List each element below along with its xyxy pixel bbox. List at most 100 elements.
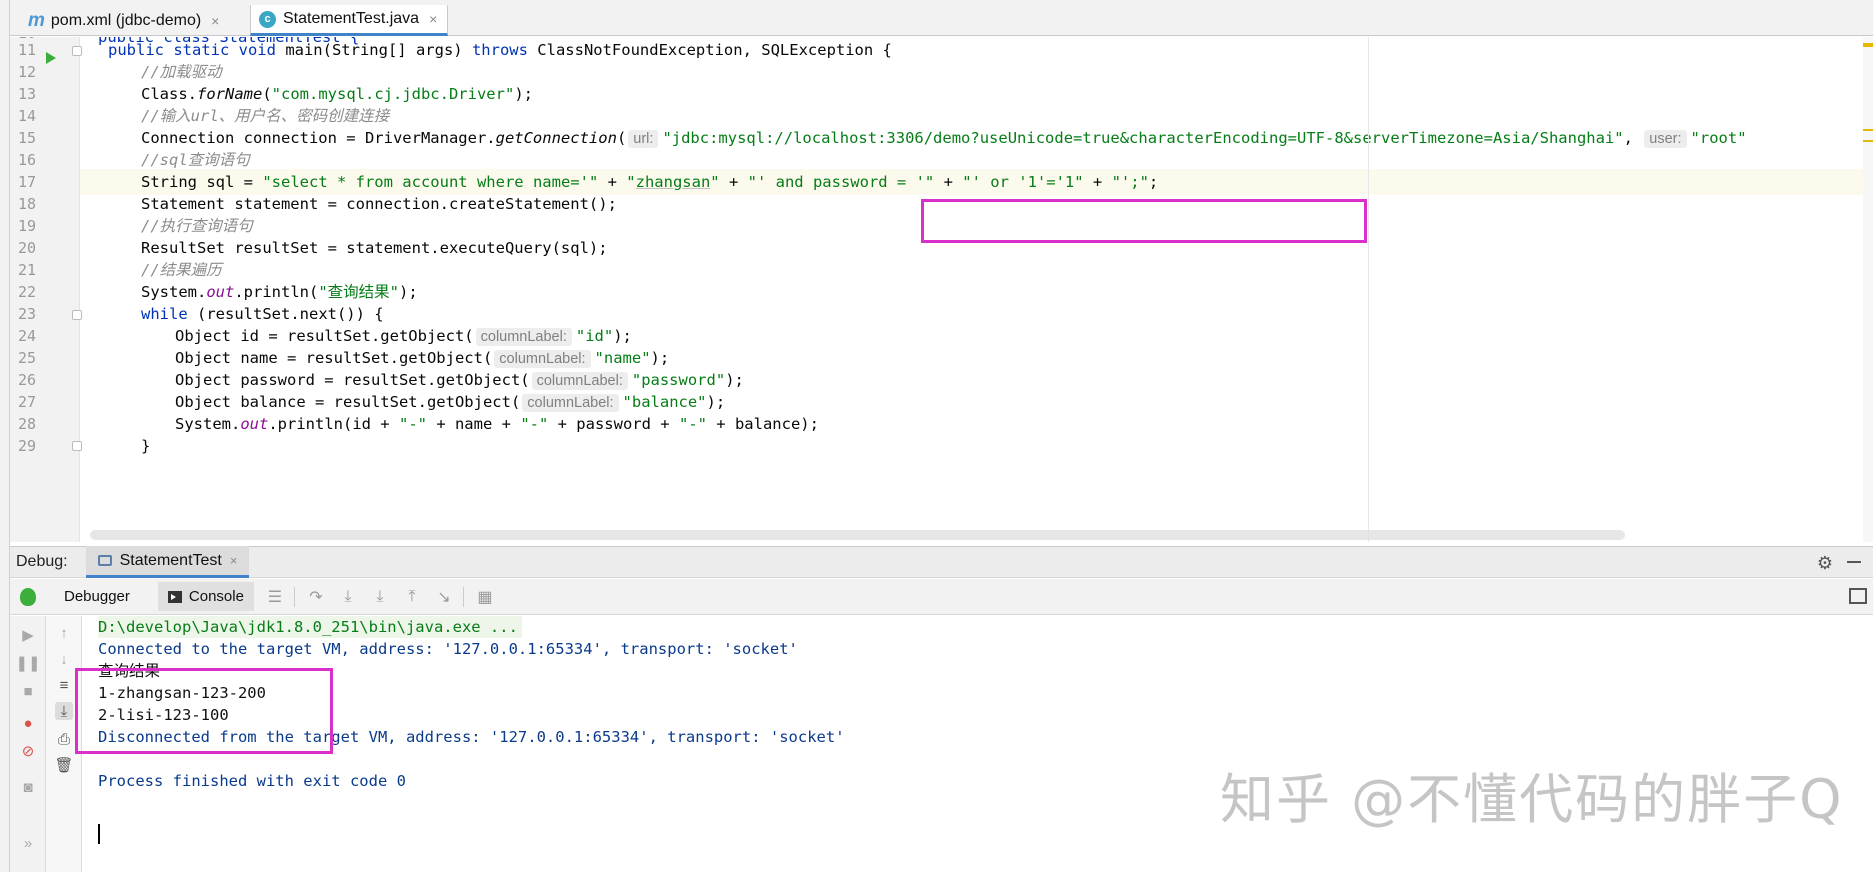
- scroll-down-icon[interactable]: ↓: [55, 650, 73, 668]
- close-icon[interactable]: ×: [429, 11, 437, 27]
- trash-icon[interactable]: 🗑: [54, 756, 73, 774]
- code-field: out: [206, 283, 235, 301]
- breakpoints-icon[interactable]: ●: [19, 714, 37, 732]
- mute-breakpoints-icon[interactable]: ⊘: [19, 742, 37, 760]
- code-string: "' or '1'='1": [962, 173, 1084, 191]
- more-icon[interactable]: »: [19, 834, 37, 852]
- pause-icon[interactable]: ❚❚: [15, 654, 40, 672]
- line-number: 29: [17, 437, 36, 455]
- line-number: 15: [17, 129, 36, 147]
- tab-console[interactable]: Console: [157, 582, 254, 611]
- code-text: main(String[] args): [285, 41, 472, 59]
- code-string: "';": [1111, 173, 1149, 191]
- resume-icon[interactable]: ▶: [19, 626, 37, 644]
- console-icon: [167, 590, 182, 603]
- text-caret: [98, 824, 100, 844]
- parameter-hint: url:: [628, 130, 659, 148]
- line-number: 17: [17, 173, 36, 191]
- code-text: + balance);: [706, 415, 819, 433]
- code-text: );: [399, 283, 418, 301]
- line-number: 25: [17, 349, 36, 367]
- evaluate-icon[interactable]: ▦: [474, 586, 496, 608]
- warning-marker[interactable]: [1863, 43, 1873, 47]
- code-field: out: [240, 415, 269, 433]
- close-icon[interactable]: ×: [230, 553, 238, 568]
- code-text: ClassNotFoundException, SQLException {: [537, 41, 892, 59]
- maven-icon: m: [28, 9, 45, 31]
- horizontal-scrollbar[interactable]: [90, 530, 1625, 540]
- code-text: System.: [175, 415, 241, 433]
- tab-pom-xml[interactable]: m pom.xml (jdbc-demo) ×: [20, 5, 248, 36]
- watermark: 知乎 @不懂代码的胖子Q: [1220, 768, 1844, 831]
- code-text: ,: [1623, 129, 1643, 147]
- line-number: 26: [17, 371, 36, 389]
- code-text: );: [725, 371, 744, 389]
- code-text: +: [598, 173, 627, 191]
- tab-statement-test[interactable]: c StatementTest.java ×: [250, 5, 448, 36]
- line-number: 19: [17, 217, 36, 235]
- code-text: Statement statement = connection.createS…: [141, 195, 617, 213]
- run-gutter-icon[interactable]: [46, 52, 56, 64]
- soft-wrap-icon[interactable]: ≡: [55, 676, 73, 694]
- line-number-gutter: 10 11 12 13 14 15 16 17 18 19 20 21 22 2…: [10, 37, 82, 542]
- force-step-into-icon[interactable]: ⤓: [369, 586, 391, 608]
- step-over-icon[interactable]: ↷: [305, 586, 327, 608]
- editor-tab-bar: m pom.xml (jdbc-demo) × c StatementTest.…: [10, 0, 1873, 36]
- code-comment: //输入url、用户名、密码创建连接: [141, 107, 390, 125]
- parameter-hint: columnLabel:: [494, 350, 591, 368]
- code-text: + password +: [548, 415, 679, 433]
- code-keyword: throws: [471, 41, 538, 59]
- run-to-cursor-icon[interactable]: ↘: [433, 586, 455, 608]
- toolbar-separator: [462, 586, 464, 607]
- parameter-hint: columnLabel:: [531, 372, 628, 390]
- warning-marker[interactable]: [1863, 129, 1873, 131]
- warning-marker[interactable]: [1863, 140, 1873, 142]
- code-line-29: }: [141, 433, 1873, 459]
- run-config-label: StatementTest: [119, 551, 222, 569]
- step-out-icon[interactable]: ⤒: [401, 586, 423, 608]
- parameter-hint: user:: [1644, 130, 1687, 148]
- code-string: "查询结果": [318, 283, 399, 301]
- code-text: +: [1083, 173, 1112, 191]
- menu-icon[interactable]: ☰: [264, 586, 286, 608]
- print-icon[interactable]: ⎙: [55, 730, 73, 748]
- code-area[interactable]: public class StatementTest { public stat…: [80, 37, 1873, 542]
- console-line-command: D:\develop\Java\jdk1.8.0_251\bin\java.ex…: [98, 616, 522, 638]
- code-text: ;: [1148, 173, 1159, 191]
- scroll-up-icon[interactable]: ↑: [55, 624, 73, 642]
- code-comment: //加载驱动: [141, 63, 222, 81]
- tab-debugger[interactable]: Debugger: [64, 588, 130, 605]
- step-into-icon[interactable]: ⤓: [337, 586, 359, 608]
- code-text: );: [514, 85, 533, 103]
- camera-icon[interactable]: ◙: [19, 778, 37, 796]
- code-string: "-": [398, 415, 427, 433]
- code-string: "com.mysql.cj.jdbc.Driver": [271, 85, 515, 103]
- line-number: 14: [17, 107, 36, 125]
- tab-label: pom.xml (jdbc-demo): [50, 11, 202, 29]
- close-icon[interactable]: ×: [211, 13, 219, 29]
- code-editor[interactable]: 10 11 12 13 14 15 16 17 18 19 20 21 22 2…: [10, 37, 1873, 542]
- code-text: );: [613, 327, 632, 345]
- line-number: 28: [17, 415, 36, 433]
- debug-run-config-tab[interactable]: StatementTest ×: [85, 546, 250, 578]
- gear-icon[interactable]: ⚙: [1817, 553, 1833, 574]
- line-number: 24: [17, 327, 36, 345]
- code-comment: //执行查询语句: [141, 217, 253, 235]
- bug-icon[interactable]: [10, 587, 46, 606]
- tab-console-label: Console: [188, 588, 244, 605]
- debug-panel-header: Debug: StatementTest × ⚙: [10, 546, 1873, 578]
- code-string: "-": [520, 415, 549, 433]
- scroll-to-end-icon[interactable]: ⤓: [55, 702, 73, 720]
- minimize-icon[interactable]: [1847, 561, 1861, 563]
- error-stripe[interactable]: [1863, 37, 1873, 542]
- layout-icon[interactable]: [1849, 588, 1867, 604]
- code-text: Class.: [141, 85, 197, 103]
- code-string: "root": [1690, 129, 1747, 147]
- highlight-box-injection: [921, 199, 1367, 243]
- line-number: 20: [17, 239, 36, 257]
- code-text: }: [141, 437, 151, 455]
- debug-toolbar: Debugger Console ☰ ↷ ⤓ ⤓ ⤒ ↘ ▦: [10, 579, 1873, 615]
- stop-icon[interactable]: ■: [19, 682, 37, 700]
- code-string: "select * from account where name='": [262, 173, 599, 191]
- line-number: 16: [17, 151, 36, 169]
